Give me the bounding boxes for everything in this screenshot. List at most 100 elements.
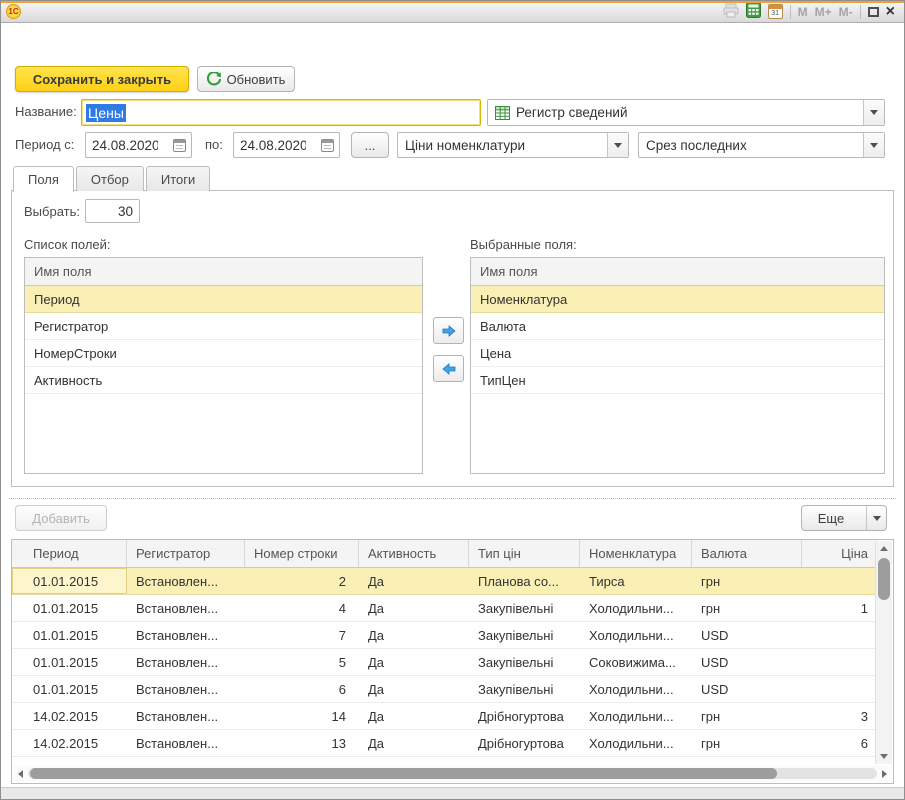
list-item[interactable]: Период [25,286,422,313]
more-actions-button[interactable]: Еще [801,505,887,531]
tab-totals[interactable]: Итоги [146,166,210,191]
table-cell[interactable]: 1 [802,595,878,621]
list-column-header[interactable]: Имя поля [471,258,884,286]
list-item[interactable]: Номенклатура [471,286,884,313]
column-header[interactable]: Период [12,540,127,567]
table-cell[interactable]: 6 [245,676,359,702]
table-cell[interactable]: 3 [802,703,878,729]
table-cell[interactable]: Холодильни... [580,730,692,756]
move-right-button[interactable] [433,317,464,344]
name-input[interactable]: Цены [81,99,481,126]
list-item[interactable]: НомерСтроки [25,340,422,367]
table-cell[interactable]: 01.01.2015 [12,622,127,648]
table-cell[interactable]: 4 [245,595,359,621]
table-cell[interactable]: Да [359,703,469,729]
table-cell[interactable] [802,568,878,594]
table-cell[interactable]: USD [692,622,802,648]
table-row[interactable]: 01.01.2015 Встановлен... 5 Да Закупівель… [12,649,878,676]
table-row[interactable]: 14.02.2015 Встановлен... 13 Да Дрібногур… [12,730,878,757]
table-cell[interactable]: USD [692,649,802,675]
column-header[interactable]: Регистратор [127,540,245,567]
list-item[interactable]: Активность [25,367,422,394]
register-type-combobox[interactable]: Регистр сведений [487,99,885,126]
table-cell[interactable]: 6 [802,730,878,756]
table-cell[interactable]: 14.02.2015 [12,703,127,729]
table-cell[interactable]: грн [692,595,802,621]
table-cell[interactable]: 01.01.2015 [12,676,127,702]
select-count-input[interactable] [85,199,140,223]
table-cell[interactable]: грн [692,730,802,756]
table-cell[interactable]: Планова со... [469,568,580,594]
scroll-right-button[interactable] [877,765,892,782]
table-cell[interactable]: Да [359,676,469,702]
table-cell[interactable]: 5 [245,649,359,675]
scale-normal-button[interactable]: M [798,5,808,19]
table-cell[interactable]: Встановлен... [127,595,245,621]
list-column-header[interactable]: Имя поля [25,258,422,286]
table-row[interactable]: 01.01.2015 Встановлен... 2 Да Планова со… [12,568,878,595]
table-cell[interactable]: 14.02.2015 [12,730,127,756]
table-cell[interactable]: грн [692,703,802,729]
horizontal-scrollbar[interactable] [13,765,892,782]
table-cell[interactable]: Дрібногуртова [469,730,580,756]
table-cell[interactable]: Закупівельні [469,649,580,675]
add-button[interactable]: Добавить [15,505,107,531]
table-cell[interactable]: Холодильни... [580,622,692,648]
table-cell[interactable]: Встановлен... [127,703,245,729]
table-cell[interactable]: Да [359,622,469,648]
period-from-calendar-button[interactable] [167,133,191,157]
scroll-up-button[interactable] [876,541,892,556]
table-cell[interactable]: грн [692,568,802,594]
table-row[interactable]: 14.02.2015 Встановлен... 14 Да Дрібногур… [12,703,878,730]
slice-mode-dropdown-button[interactable] [863,133,884,157]
table-cell[interactable] [802,676,878,702]
column-header[interactable]: Номенклатура [580,540,692,567]
scale-decrease-button[interactable]: M- [839,5,853,19]
restore-window-button[interactable] [868,7,879,17]
table-cell[interactable]: 7 [245,622,359,648]
scale-increase-button[interactable]: M+ [815,5,832,19]
table-cell[interactable]: Встановлен... [127,568,245,594]
table-cell[interactable]: 01.01.2015 [12,568,127,594]
move-left-button[interactable] [433,355,464,382]
scroll-left-button[interactable] [13,765,28,782]
table-cell[interactable]: Встановлен... [127,649,245,675]
table-cell[interactable]: Холодильни... [580,676,692,702]
table-cell[interactable]: Да [359,730,469,756]
table-cell[interactable]: Холодильни... [580,703,692,729]
horizontal-scroll-thumb[interactable] [30,768,777,779]
table-row[interactable]: 01.01.2015 Встановлен... 4 Да Закупівель… [12,595,878,622]
table-cell[interactable]: Дрібногуртова [469,703,580,729]
table-cell[interactable]: 01.01.2015 [12,595,127,621]
column-header[interactable]: Номер строки [245,540,359,567]
table-row[interactable]: 01.01.2015 Встановлен... 6 Да Закупівель… [12,676,878,703]
scroll-down-button[interactable] [876,749,892,764]
period-to-input[interactable] [234,138,306,153]
table-cell[interactable]: Соковижима... [580,649,692,675]
horizontal-scroll-track[interactable] [28,768,877,779]
list-item[interactable]: Регистратор [25,313,422,340]
table-cell[interactable] [802,649,878,675]
table-cell[interactable]: 13 [245,730,359,756]
close-window-button[interactable]: × [886,5,895,19]
table-cell[interactable]: Встановлен... [127,676,245,702]
table-cell[interactable]: Холодильни... [580,595,692,621]
table-cell[interactable]: Да [359,595,469,621]
tab-filter[interactable]: Отбор [76,166,144,191]
column-header[interactable]: Тип цін [469,540,580,567]
calendar-icon[interactable]: 31 [768,4,783,19]
register-name-dropdown-button[interactable] [607,133,628,157]
period-from-input[interactable] [86,138,158,153]
save-and-close-button[interactable]: Сохранить и закрыть [15,66,189,92]
slice-mode-combobox[interactable]: Срез последних [638,132,885,158]
table-cell[interactable]: 01.01.2015 [12,649,127,675]
calculator-icon[interactable] [746,2,761,21]
table-cell[interactable]: 2 [245,568,359,594]
tab-fields[interactable]: Поля [13,166,74,192]
table-cell[interactable]: Да [359,568,469,594]
table-cell[interactable]: Закупівельні [469,595,580,621]
list-item[interactable]: Цена [471,340,884,367]
refresh-button[interactable]: Обновить [197,66,295,92]
period-options-button[interactable]: ... [351,132,389,158]
table-cell[interactable]: Закупівельні [469,676,580,702]
